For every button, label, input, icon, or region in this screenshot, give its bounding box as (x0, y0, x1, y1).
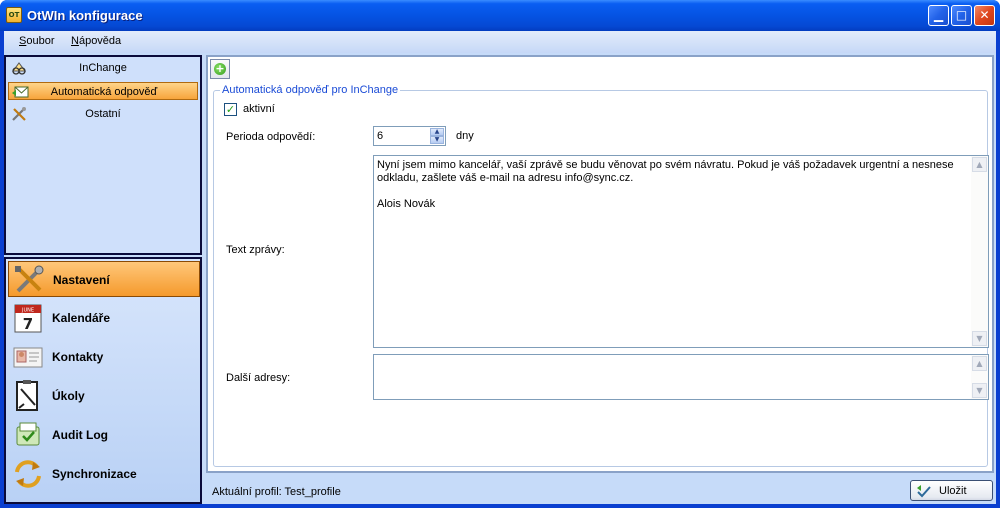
scroll-up-arrow[interactable]: ▲ (972, 157, 987, 172)
title-bar[interactable]: OT OtWIn konfigurace ▁ □ ✕ (0, 0, 1000, 31)
other-addresses-textarea[interactable]: ▲ ▼ (373, 354, 989, 400)
menu-napoveda-label: ápověda (78, 35, 122, 47)
nav-item-kontakty[interactable]: Kontakty (8, 339, 200, 375)
group-title: Automatická odpověď pro InChange (220, 84, 401, 96)
nav-item-label: Kalendáře (52, 311, 111, 325)
save-button[interactable]: Uložit (910, 480, 993, 501)
stepper-up-arrow[interactable]: ▲ (430, 128, 444, 136)
nav-item-label: Audit Log (52, 428, 108, 442)
other-addresses-scrollbar[interactable]: ▲ ▼ (971, 355, 988, 399)
other-addresses-label: Další adresy: (226, 372, 291, 384)
nav-item-label: Úkoly (52, 389, 85, 403)
active-checkbox-label: aktivní (243, 103, 275, 115)
config-tree: InChange Automatická odpověď Ostatní (4, 55, 202, 255)
calendar-month: JUNE (21, 308, 34, 314)
settings-panel: + Automatická odpověď pro InChange ✓ akt… (206, 55, 996, 504)
content-area: + Automatická odpověď pro InChange ✓ akt… (206, 55, 994, 473)
nav-item-ukoly[interactable]: Úkoly (8, 378, 200, 414)
tree-item-label: Automatická odpověď (50, 86, 158, 98)
scroll-down-arrow[interactable]: ▼ (972, 331, 987, 346)
period-value: 6 (377, 130, 384, 142)
close-button[interactable]: ✕ (974, 5, 995, 26)
nav-item-label: Nastavení (53, 273, 110, 287)
maximize-button[interactable]: □ (951, 5, 972, 26)
tree-item-ostatni[interactable]: Ostatní (8, 105, 198, 123)
add-button[interactable]: + (210, 59, 230, 79)
period-stepper[interactable]: 6 ▲ ▼ (373, 126, 446, 146)
add-icon: + (214, 62, 226, 75)
task-icon (16, 380, 38, 411)
menu-bar: Soubor Nápověda (4, 31, 996, 53)
message-textarea[interactable]: Nyní jsem mimo kancelář, vaší zprávě se … (373, 155, 989, 348)
scroll-up-arrow[interactable]: ▲ (972, 356, 987, 371)
save-label: Uložit (939, 485, 967, 497)
current-profile-text: Aktuální profil: Test_profile (212, 486, 341, 498)
calendar-day: 7 (23, 315, 33, 333)
sync-icon (15, 460, 41, 488)
minimize-button[interactable]: ▁ (928, 5, 949, 26)
period-unit: dny (456, 130, 474, 142)
tools-icon (15, 265, 44, 293)
nav-item-synchronizace[interactable]: Synchronizace (8, 456, 200, 492)
contact-card-icon (13, 347, 43, 368)
message-scrollbar[interactable]: ▲ ▼ (971, 156, 988, 347)
scroll-down-arrow[interactable]: ▼ (972, 383, 987, 398)
nav-item-audit-log[interactable]: Audit Log (8, 417, 200, 453)
tree-item-label: InChange (79, 62, 127, 74)
active-checkbox[interactable]: ✓ (224, 103, 237, 116)
menu-napoveda-mnemonic: N (71, 35, 79, 47)
message-text-label: Text zprávy: (226, 244, 285, 256)
app-window: OT OtWIn konfigurace ▁ □ ✕ Soubor Nápově… (0, 0, 1000, 508)
nav-item-label: Kontakty (52, 350, 104, 364)
tree-item-auto-reply[interactable]: Automatická odpověď (8, 82, 198, 100)
auto-reply-group: Automatická odpověď pro InChange ✓ aktiv… (213, 84, 989, 467)
calendar-icon: JUNE 7 (14, 304, 42, 333)
client-area: Soubor Nápověda InChange Automatická odp… (4, 31, 996, 504)
audit-log-icon (16, 422, 40, 446)
app-icon: OT (6, 7, 22, 23)
section-nav: Nastavení JUNE 7 Kalendáře Kontakty Úkol… (4, 257, 202, 504)
tree-item-label: Ostatní (85, 108, 121, 120)
tree-item-inchange[interactable]: InChange (8, 59, 198, 77)
period-label: Perioda odpovědí: (226, 131, 316, 143)
menu-soubor[interactable]: Soubor (19, 35, 54, 47)
nav-item-nastaveni[interactable]: Nastavení (8, 261, 200, 297)
stepper-down-arrow[interactable]: ▼ (430, 136, 444, 144)
message-text: Nyní jsem mimo kancelář, vaší zprávě se … (377, 159, 954, 210)
menu-napoveda[interactable]: Nápověda (71, 35, 121, 47)
menu-soubor-label: oubor (26, 35, 55, 47)
nav-item-label: Synchronizace (52, 467, 137, 481)
window-title: OtWIn konfigurace (27, 8, 143, 23)
save-icon (917, 485, 931, 498)
nav-item-kalendare[interactable]: JUNE 7 Kalendáře (8, 300, 200, 336)
